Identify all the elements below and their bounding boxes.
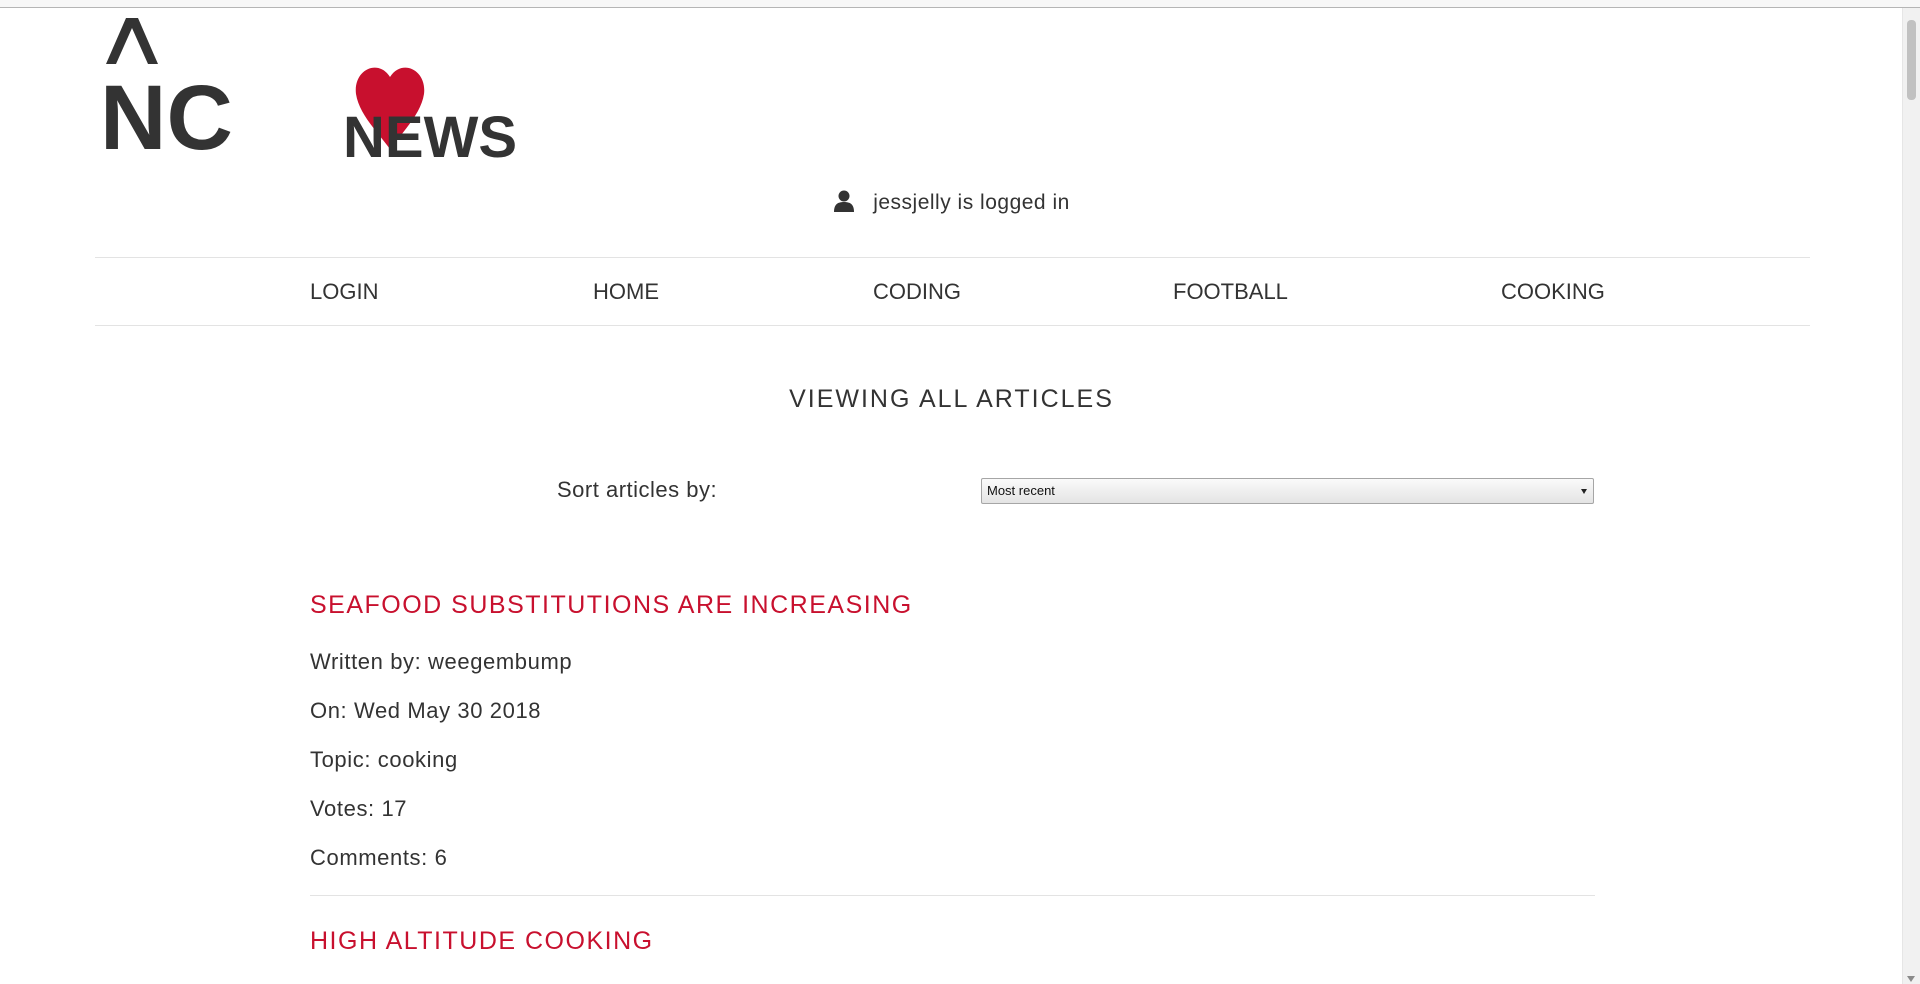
browser-top-edge (0, 0, 1920, 8)
article-comments: Comments: 6 (310, 845, 448, 870)
page-title: VIEWING ALL ARTICLES (789, 385, 1114, 413)
nc-news-logo[interactable]: NC NEWS (100, 16, 520, 170)
sort-selected-value: Most recent (987, 483, 1055, 498)
nc-news-logo-graphic: NC NEWS (100, 18, 517, 170)
article-votes: Votes: 17 (310, 796, 408, 821)
logo-nc-text: NC (100, 67, 233, 166)
nav-cooking[interactable]: COOKING (1501, 258, 1605, 325)
article-card: SEAFOOD SUBSTITUTIONS ARE INCREASING Wri… (310, 591, 1595, 870)
nav-football[interactable]: FOOTBALL (1173, 258, 1288, 325)
logo-caret-icon (106, 18, 158, 64)
nav-home[interactable]: HOME (593, 258, 659, 325)
scroll-down-arrow-icon[interactable] (1907, 976, 1915, 982)
sort-label: Sort articles by: (557, 477, 718, 502)
user-icon (833, 190, 855, 212)
article-author: Written by: weegembump (310, 649, 573, 674)
user-status-text: jessjelly is logged in (873, 191, 1070, 214)
article-card: HIGH ALTITUDE COOKING (310, 927, 1595, 956)
nav-coding[interactable]: CODING (873, 258, 961, 325)
article-topic: Topic: cooking (310, 747, 458, 772)
main-navigation: LOGIN HOME CODING FOOTBALL COOKING (95, 257, 1810, 326)
article-title[interactable]: SEAFOOD SUBSTITUTIONS ARE INCREASING (310, 591, 1595, 620)
article-title[interactable]: HIGH ALTITUDE COOKING (310, 927, 1595, 956)
scrollbar-thumb[interactable] (1907, 20, 1916, 100)
dropdown-caret-icon (1581, 489, 1587, 494)
logo-news-text: NEWS (343, 105, 517, 166)
sort-select[interactable]: Most recent (981, 478, 1594, 504)
nav-login[interactable]: LOGIN (310, 258, 378, 325)
article-date: On: Wed May 30 2018 (310, 698, 542, 723)
page-scrollbar[interactable] (1902, 8, 1920, 984)
article-divider (310, 895, 1595, 896)
user-login-status: jessjelly is logged in (0, 190, 1903, 215)
